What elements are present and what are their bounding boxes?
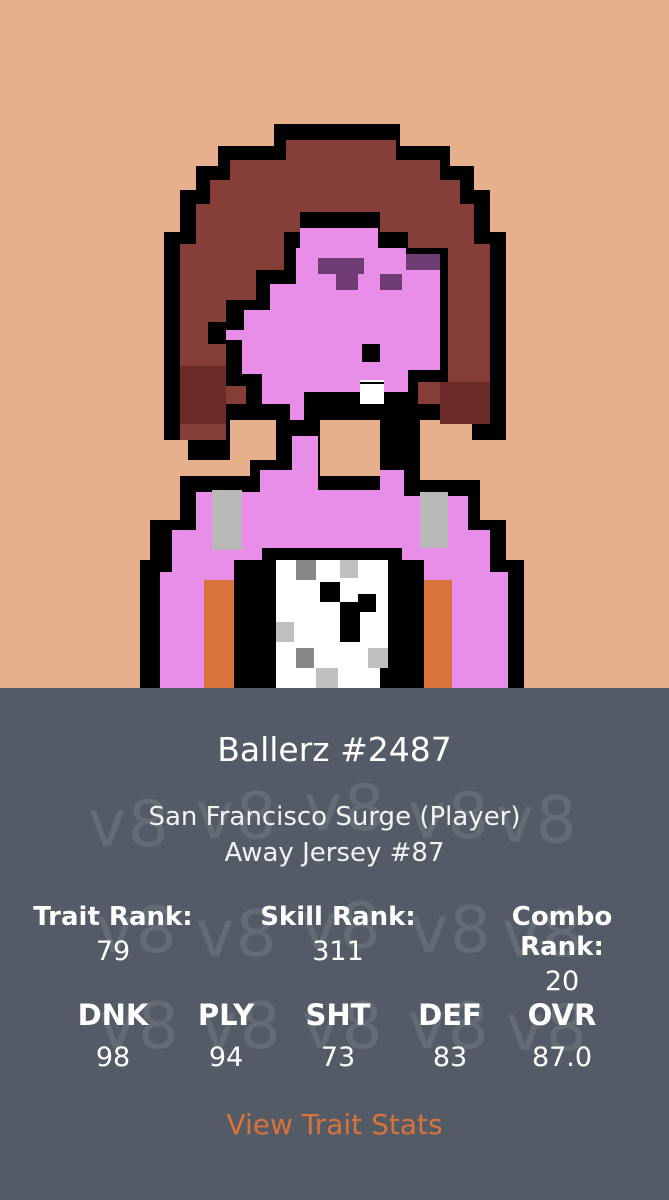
pixel-art-player	[140, 124, 524, 688]
combo-rank-value: 20	[544, 966, 580, 997]
stat-label: OVR	[527, 998, 597, 1032]
trait-rank-value: 79	[95, 936, 131, 967]
stat-label: DEF	[418, 998, 482, 1032]
stat-label: SHT	[305, 998, 371, 1032]
stat-value: 83	[432, 1042, 468, 1073]
player-title: Ballerz #2487	[217, 730, 452, 769]
skill-rank-label: Skill Rank:	[260, 902, 416, 932]
stat-value: 87.0	[531, 1042, 593, 1073]
stat-label: PLY	[197, 998, 255, 1032]
stat-value: 94	[208, 1042, 244, 1073]
stat-ovr: OVR 87.0	[528, 998, 597, 1073]
stat-ply: PLY 94	[198, 998, 254, 1073]
view-trait-stats-link[interactable]: View Trait Stats	[0, 1108, 669, 1141]
player-info-card: v8 v8 v8 v8 v8 v8 v8 v8 v8 v8 v8 v8 v8 v…	[0, 688, 669, 1200]
skill-rank: Skill Rank: 311	[260, 902, 416, 967]
combo-rank-label: Combo Rank:	[511, 902, 613, 962]
stat-value: 73	[320, 1042, 356, 1073]
stat-sht: SHT 73	[306, 998, 371, 1073]
trait-rank-label: Trait Rank:	[33, 902, 193, 932]
watermark: v8	[410, 894, 493, 968]
team-name: San Francisco Surge (Player)	[148, 802, 521, 832]
combo-rank: Combo Rank: 20	[509, 902, 616, 997]
stat-def: DEF 83	[418, 998, 482, 1073]
stat-dnk: DNK 98	[78, 998, 149, 1073]
player-portrait	[0, 0, 669, 688]
trait-rank: Trait Rank: 79	[33, 902, 192, 967]
stat-label: DNK	[77, 998, 149, 1032]
stat-value: 98	[95, 1042, 131, 1073]
skill-rank-value: 311	[312, 936, 364, 967]
body	[140, 436, 524, 688]
jersey-label: Away Jersey #87	[224, 838, 445, 868]
